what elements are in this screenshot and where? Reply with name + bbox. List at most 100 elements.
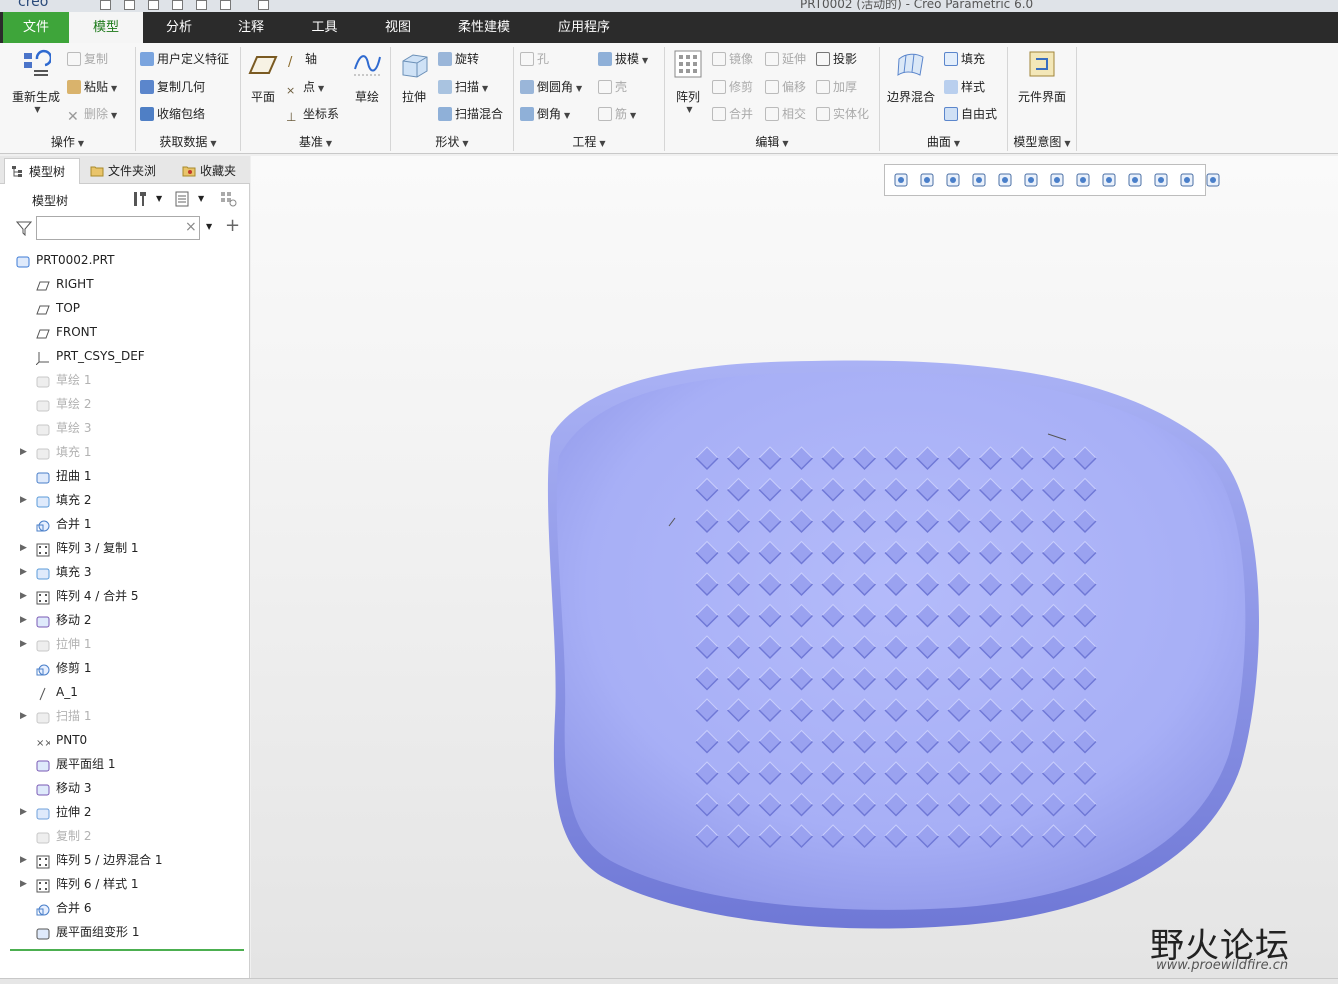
tab-model[interactable]: 模型 [69, 12, 143, 43]
tree-item[interactable]: ▶ 阵列 6 / 样式 1 [0, 872, 250, 896]
tree-item[interactable]: 展平面组变形 1 [0, 920, 250, 944]
expand-arrow-icon[interactable]: ▶ [20, 872, 27, 896]
paste-dropdown-icon[interactable]: ▼ [111, 84, 117, 93]
redo-icon[interactable] [220, 0, 231, 10]
tree-settings-dropdown-icon[interactable]: ▼ [156, 194, 162, 203]
round-button[interactable]: 倒圆角 ▼ [520, 78, 582, 95]
show-icon[interactable] [175, 191, 189, 207]
tab-file[interactable]: 文件 [3, 12, 69, 43]
group-model-intent[interactable]: 模型意图 ▼ [1008, 133, 1076, 151]
perspective-icon[interactable] [1075, 172, 1091, 188]
annotation-display-icon[interactable] [1153, 172, 1169, 188]
tree-item[interactable]: RIGHT [0, 272, 250, 296]
view-manager-icon[interactable] [1049, 172, 1065, 188]
tree-settings-icon[interactable] [132, 190, 148, 208]
filter-icon[interactable] [16, 220, 32, 236]
add-filter-icon[interactable]: + [225, 215, 240, 236]
tab-flexible-modeling[interactable]: 柔性建模 [434, 12, 534, 43]
search-dropdown-icon[interactable]: ▼ [206, 222, 212, 231]
shrinkwrap-button[interactable]: 收缩包络 [140, 105, 205, 122]
freestyle-button[interactable]: 自由式 [944, 105, 997, 122]
expand-arrow-icon[interactable]: ▶ [20, 632, 27, 656]
swept-blend-button[interactable]: 扫描混合 [438, 105, 503, 122]
intersect-button[interactable]: 相交 [765, 105, 806, 122]
expand-arrow-icon[interactable]: ▶ [20, 848, 27, 872]
expand-arrow-icon[interactable]: ▶ [20, 536, 27, 560]
tree-item[interactable]: PRT0002.PRT [0, 248, 250, 272]
style-button[interactable]: 样式 [944, 78, 985, 95]
sweep-button[interactable]: 扫描 ▼ [438, 78, 488, 95]
save-icon[interactable] [124, 0, 135, 10]
sweep-dropdown-icon[interactable]: ▼ [482, 84, 488, 93]
tree-item[interactable]: ×× PNT0 [0, 728, 250, 752]
close-window-icon[interactable] [258, 0, 269, 10]
tree-item[interactable]: ▶ 拉伸 1 [0, 632, 250, 656]
fill-button[interactable]: 填充 [944, 50, 985, 67]
tree-item[interactable]: ▶ 填充 1 [0, 440, 250, 464]
boundary-blend-button[interactable]: 边界混合 [884, 49, 938, 105]
display-style-icon[interactable] [997, 172, 1013, 188]
group-shapes[interactable]: 形状 ▼ [391, 133, 513, 151]
delete-button[interactable]: ✕ 删除 ▼ [67, 105, 117, 124]
tree-filter-grid-icon[interactable] [220, 191, 238, 207]
clear-search-icon[interactable]: × [185, 219, 197, 235]
point-button[interactable]: × 点 ▼ [286, 78, 324, 98]
csys-button[interactable]: ⊥ 坐标系 [286, 105, 339, 124]
component-interface-button[interactable]: 元件界面 [1012, 49, 1072, 105]
group-editing[interactable]: 编辑 ▼ [665, 133, 879, 151]
tree-item[interactable]: ▶ 阵列 5 / 边界混合 1 [0, 848, 250, 872]
trim-button[interactable]: 修剪 [712, 78, 753, 95]
tree-item[interactable]: PRT_CSYS_DEF [0, 344, 250, 368]
tree-item[interactable]: FRONT [0, 320, 250, 344]
tree-item[interactable]: ▶ 扫描 1 [0, 704, 250, 728]
tab-folder-browser[interactable]: 文件夹浏 [84, 158, 170, 184]
copy-button[interactable]: 复制 [67, 50, 108, 67]
expand-arrow-icon[interactable]: ▶ [20, 440, 27, 464]
tab-view[interactable]: 视图 [362, 12, 434, 43]
delete-dropdown-icon[interactable]: ▼ [111, 111, 117, 120]
tree-item[interactable]: 合并 1 [0, 512, 250, 536]
undo-icon[interactable] [196, 0, 207, 10]
sketch-display-icon[interactable] [1205, 172, 1221, 188]
pattern-dropdown-icon[interactable]: ▼ [673, 105, 706, 114]
round-dropdown-icon[interactable]: ▼ [576, 84, 582, 93]
regenerate-dropdown-icon[interactable]: ▼ [11, 105, 64, 114]
expand-arrow-icon[interactable]: ▶ [20, 488, 27, 512]
graphics-window[interactable] [251, 156, 1338, 978]
zoom-in-icon[interactable] [919, 172, 935, 188]
extrude-button[interactable]: 拉伸 [395, 49, 433, 105]
shell-button[interactable]: 壳 [598, 78, 627, 95]
axis-button[interactable]: / 轴 [288, 50, 317, 70]
repaint-icon[interactable] [971, 172, 987, 188]
tree-item[interactable]: 合并 6 [0, 896, 250, 920]
tab-annotate[interactable]: 注释 [215, 12, 287, 43]
group-surfaces[interactable]: 曲面 ▼ [880, 133, 1007, 151]
print-icon[interactable] [172, 0, 183, 10]
expand-arrow-icon[interactable]: ▶ [20, 560, 27, 584]
zoom-out-icon[interactable] [945, 172, 961, 188]
extend-button[interactable]: 延伸 [765, 50, 806, 67]
insert-here-marker[interactable] [10, 949, 244, 951]
tab-tools[interactable]: 工具 [287, 12, 362, 43]
tree-item[interactable]: 草绘 1 [0, 368, 250, 392]
tree-item[interactable]: A_1 [0, 680, 250, 704]
tree-item[interactable]: 草绘 3 [0, 416, 250, 440]
tree-item[interactable]: 展平面组 1 [0, 752, 250, 776]
tab-applications[interactable]: 应用程序 [534, 12, 634, 43]
offset-button[interactable]: 偏移 [765, 78, 806, 95]
merge-button[interactable]: 合并 [712, 105, 753, 122]
plane-button[interactable]: 平面 [244, 49, 282, 105]
sketch-button[interactable]: 草绘 [348, 49, 386, 105]
hole-button[interactable]: 孔 [520, 50, 549, 67]
draft-button[interactable]: 拔模 ▼ [598, 50, 648, 67]
tree-item[interactable]: 草绘 2 [0, 392, 250, 416]
open-icon[interactable] [148, 0, 159, 10]
tab-model-tree[interactable]: 模型树 [4, 158, 80, 184]
mirror-button[interactable]: 镜像 [712, 50, 753, 67]
paste-button[interactable]: 粘贴 ▼ [67, 78, 117, 95]
tree-item[interactable]: 复制 2 [0, 824, 250, 848]
pattern-button[interactable]: 阵列 ▼ [670, 49, 706, 114]
refit-icon[interactable] [893, 172, 909, 188]
tree-item[interactable]: 移动 3 [0, 776, 250, 800]
appearance-icon[interactable] [1179, 172, 1195, 188]
